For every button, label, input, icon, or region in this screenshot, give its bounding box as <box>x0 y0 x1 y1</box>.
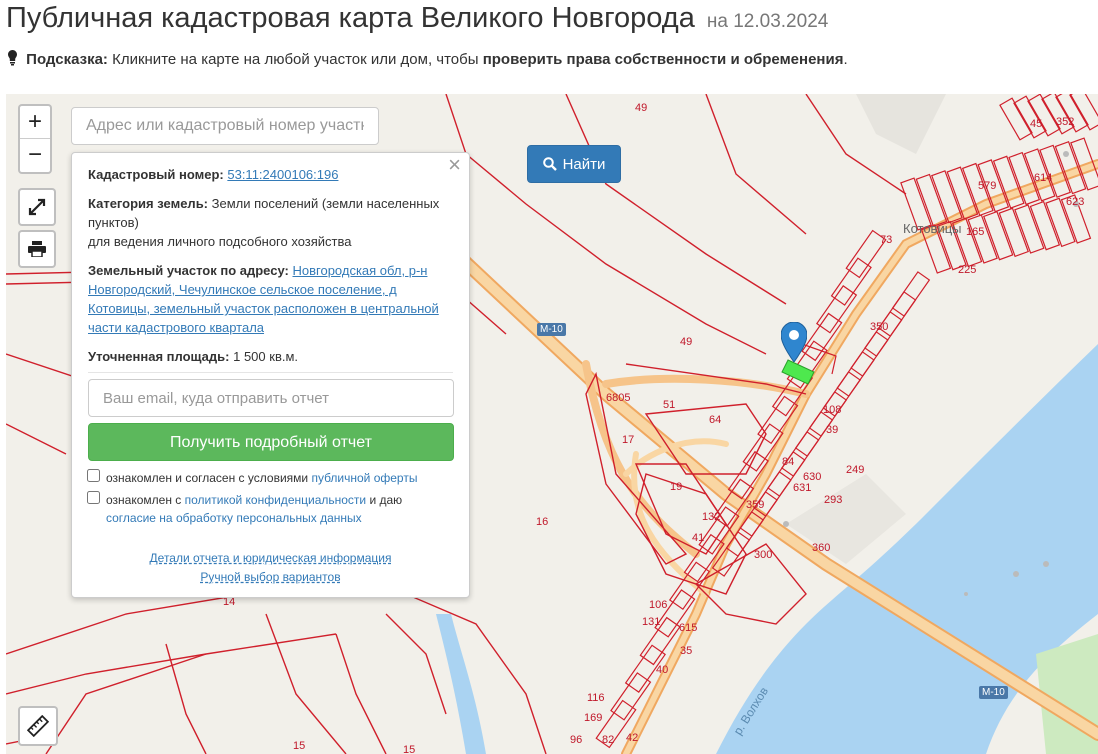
map-marker-icon[interactable] <box>781 322 807 362</box>
village-label: Котовицы <box>903 221 962 236</box>
parcel-number-label: 350 <box>870 321 889 333</box>
find-button[interactable]: Найти <box>527 145 621 183</box>
chk2-text: ознакомлен с <box>106 493 182 507</box>
ruler-icon <box>27 715 49 737</box>
hint: Подсказка: Кликните на карте на любой уч… <box>8 50 848 68</box>
fullscreen-icon <box>28 198 46 216</box>
parcel-number-label: 116 <box>587 692 605 704</box>
area-row: Уточненная площадь: 1 500 кв.м. <box>88 347 453 366</box>
privacy-checkbox[interactable] <box>87 491 100 504</box>
parcel-number-label: 579 <box>978 180 997 192</box>
parcel-number-label: 51 <box>663 399 676 411</box>
parcel-number-label: 15 <box>293 740 306 752</box>
parcel-number-label: 359 <box>746 499 765 511</box>
parcel-number-label: 49 <box>635 102 648 114</box>
parcel-number-label: 249 <box>846 464 865 476</box>
print-button[interactable] <box>18 230 56 268</box>
area-value: 1 500 кв.м. <box>233 349 299 364</box>
parcel-number-label: 15 <box>403 744 416 754</box>
privacy-consent: ознакомлен с политикой конфиденциальност… <box>87 491 453 527</box>
parcel-number-label: 106 <box>649 599 668 611</box>
find-label: Найти <box>562 155 606 173</box>
ruler-button[interactable] <box>18 706 58 746</box>
search-icon <box>542 157 557 171</box>
zoom-out-button[interactable]: − <box>20 139 50 171</box>
title-text: Публичная кадастровая карта Великого Нов… <box>6 2 695 34</box>
parcel-number-label: 64 <box>709 414 722 426</box>
parcel-number-label: 6805 <box>606 392 631 404</box>
parcel-number-label: 49 <box>680 336 693 348</box>
offer-consent: ознакомлен и согласен с условиями публич… <box>87 469 453 487</box>
parcel-number-label: 40 <box>656 664 669 676</box>
parcel-number-label: 615 <box>679 622 698 634</box>
privacy-link[interactable]: политикой конфиденциальности <box>185 493 366 507</box>
parcel-number-label: 165 <box>966 226 985 238</box>
zoom-in-button[interactable]: + <box>20 106 50 139</box>
fullscreen-button[interactable] <box>18 188 56 226</box>
address-row: Земельный участок по адресу: Новгородска… <box>88 261 453 337</box>
parcel-number-label: 16 <box>536 516 549 528</box>
parcel-number-label: 45 <box>1030 118 1043 130</box>
parcel-number-label: 169 <box>584 712 603 724</box>
parcel-number-label: 82 <box>602 734 615 746</box>
parcel-number-label: 293 <box>824 494 843 506</box>
area-label: Уточненная площадь: <box>88 349 230 364</box>
category-row: Категория земель: Земли поселений (земли… <box>88 194 453 251</box>
chk2-mid: и даю <box>369 493 403 507</box>
hint-suffix: . <box>843 51 848 68</box>
hint-bold: проверить права собственности и обремене… <box>482 51 844 68</box>
parcel-number-label: 42 <box>626 732 639 744</box>
parcel-number-label: 300 <box>754 549 773 561</box>
parcel-number-label: 352 <box>1056 116 1075 128</box>
parcel-number-label: 35 <box>680 645 693 657</box>
cadastral-label: Кадастровый номер: <box>88 167 224 182</box>
divider <box>88 372 453 373</box>
details-link[interactable]: Детали отчета и юридическая информация <box>88 549 453 568</box>
page-title: Публичная кадастровая карта Великого Нов… <box>6 2 828 35</box>
offer-checkbox[interactable] <box>87 469 100 482</box>
cadastral-row: Кадастровый номер: 53:11:2400106:196 <box>88 165 453 184</box>
get-report-button[interactable]: Получить подробный отчет <box>88 423 454 461</box>
parcel-number-label: 41 <box>692 532 705 544</box>
manual-select-link[interactable]: Ручной выбор вариантов <box>88 568 453 587</box>
parcel-number-label: 225 <box>958 264 977 276</box>
print-icon <box>28 241 46 257</box>
parcel-number-label: 19 <box>670 481 683 493</box>
chk1-text: ознакомлен и согласен с условиями <box>106 471 309 485</box>
parcel-number-label: 623 <box>1066 196 1085 208</box>
popup-links: Детали отчета и юридическая информация Р… <box>88 549 453 587</box>
close-icon[interactable]: × <box>448 154 461 176</box>
offer-link[interactable]: публичной оферты <box>311 471 417 485</box>
parcel-number-label: 84 <box>782 456 795 468</box>
cadastral-map[interactable]: 49 49 51 64 6805 17 19 132 41 359 300 360 16 14 15 15 10… <box>6 94 1098 754</box>
parcel-number-label: 360 <box>812 542 831 554</box>
personal-data-link[interactable]: согласие на обработку персональных данны… <box>106 511 362 525</box>
search-input[interactable] <box>71 107 379 145</box>
parcel-number-label: 108 <box>823 404 842 416</box>
zoom-control: + − <box>18 104 52 174</box>
parcel-number-label: 39 <box>826 424 839 436</box>
category-label: Категория земель: <box>88 196 209 211</box>
lightbulb-icon <box>8 50 17 66</box>
road-shield: М-10 <box>979 686 1008 699</box>
parcel-info-popup: × Кадастровый номер: 53:11:2400106:196 К… <box>71 152 470 598</box>
road-shield: М-10 <box>537 323 566 336</box>
parcel-number-label: 132 <box>702 511 721 523</box>
parcel-number-label: 131 <box>642 616 661 628</box>
parcel-number-label: 631 <box>793 482 812 494</box>
hint-text: Кликните на карте на любой участок или д… <box>112 51 479 68</box>
use-value: для ведения личного подсобного хозяйства <box>88 234 352 249</box>
cadastral-link[interactable]: 53:11:2400106:196 <box>227 167 338 182</box>
email-field[interactable] <box>88 379 454 417</box>
parcel-number-label: 614 <box>1034 172 1053 184</box>
parcel-number-label: 17 <box>622 434 635 446</box>
parcel-number-label: 96 <box>570 734 583 746</box>
hint-prefix: Подсказка: <box>26 51 108 68</box>
address-label: Земельный участок по адресу: <box>88 263 289 278</box>
parcel-number-label: 73 <box>880 234 893 246</box>
title-date: на 12.03.2024 <box>706 11 829 32</box>
